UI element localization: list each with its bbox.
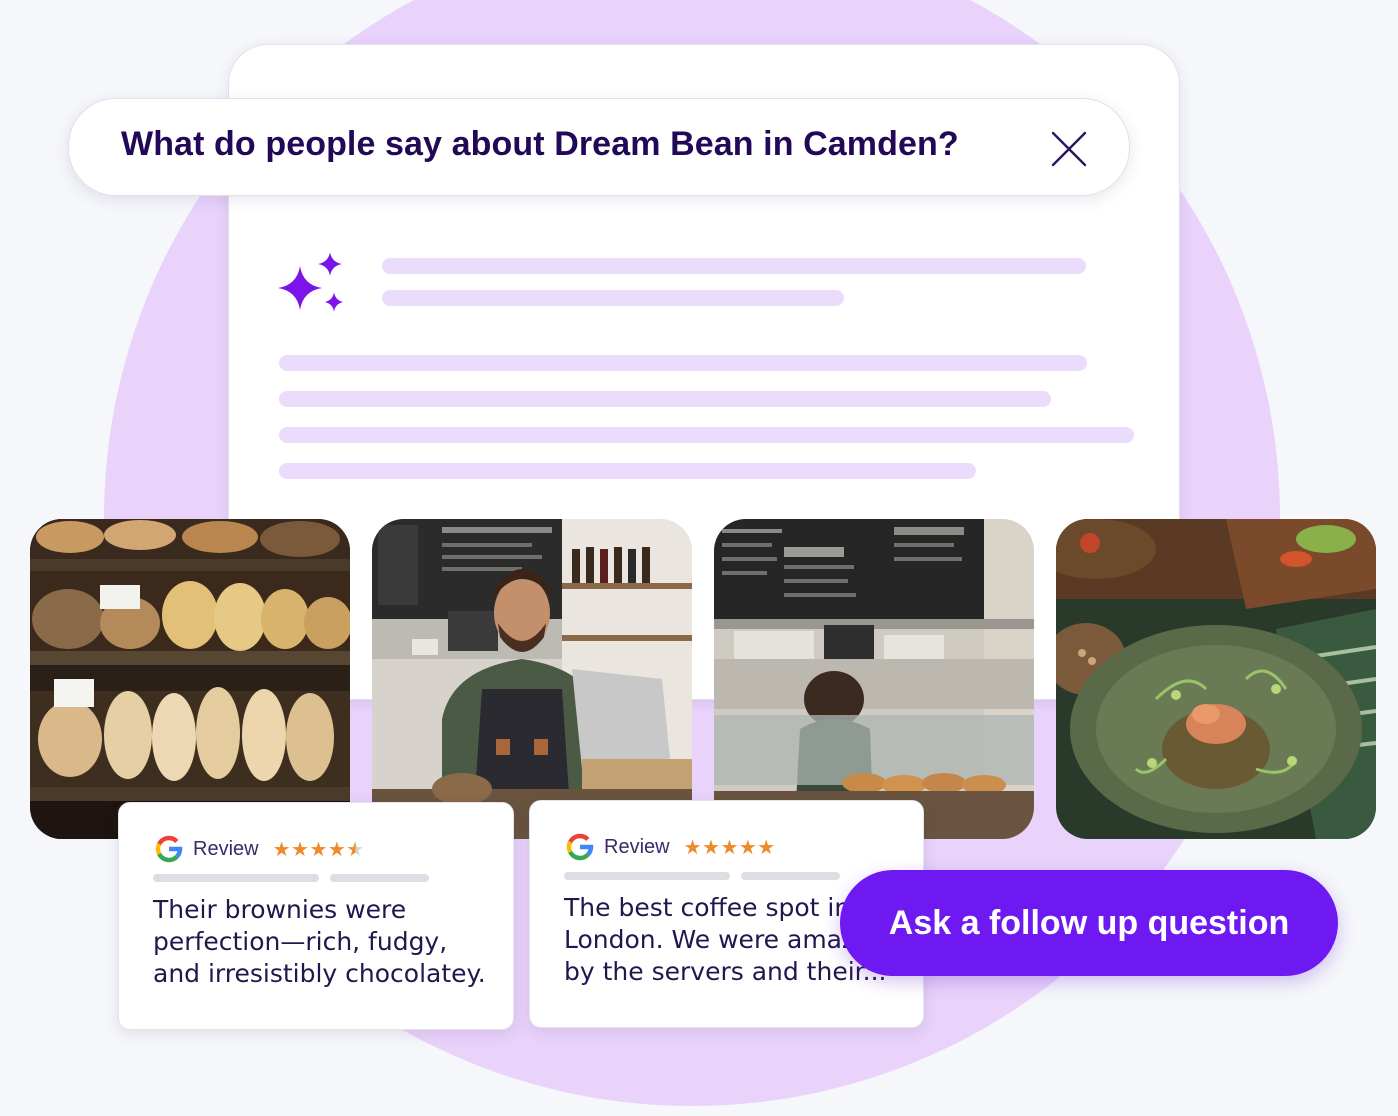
search-query-text: What do people say about Dream Bean in C… <box>121 125 959 163</box>
review-header: Review ★★★★★ <box>562 829 776 865</box>
placeholder-bar <box>153 874 319 882</box>
ask-follow-up-button[interactable]: Ask a follow up question <box>840 870 1338 976</box>
review-text: The best coffee spot in London. We were … <box>564 893 887 986</box>
answer-placeholder-line <box>382 258 1086 274</box>
placeholder-bar <box>564 872 730 880</box>
review-card[interactable]: Review ★★★★★ Their brownies were perfect… <box>118 802 514 1030</box>
review-header: Review ★★★★★ <box>151 831 365 867</box>
answer-placeholder-line <box>279 355 1087 371</box>
google-g-icon <box>155 835 183 863</box>
cafe-counter-chalkboard-photo <box>714 519 1034 839</box>
close-icon[interactable] <box>1049 129 1089 169</box>
google-g-icon <box>566 833 594 861</box>
star-rating: ★★★★★ <box>272 838 365 861</box>
star-rating: ★★★★★ <box>683 836 776 859</box>
bakery-bread-shelves-photo <box>30 519 350 839</box>
placeholder-bar <box>741 872 840 880</box>
answer-placeholder-line <box>382 290 844 306</box>
answer-placeholder-line <box>279 391 1051 407</box>
search-query-bar[interactable]: What do people say about Dream Bean in C… <box>68 98 1130 196</box>
answer-placeholder-line <box>279 427 1134 443</box>
review-text: Their brownies were perfection—rich, fud… <box>153 895 486 988</box>
review-label: Review <box>193 837 259 860</box>
placeholder-bar <box>330 874 429 882</box>
answer-placeholder-line <box>279 463 976 479</box>
review-label: Review <box>604 835 670 858</box>
sparkle-icon <box>278 252 343 312</box>
plated-dish-photo <box>1056 519 1376 839</box>
barista-at-counter-photo <box>372 519 692 839</box>
